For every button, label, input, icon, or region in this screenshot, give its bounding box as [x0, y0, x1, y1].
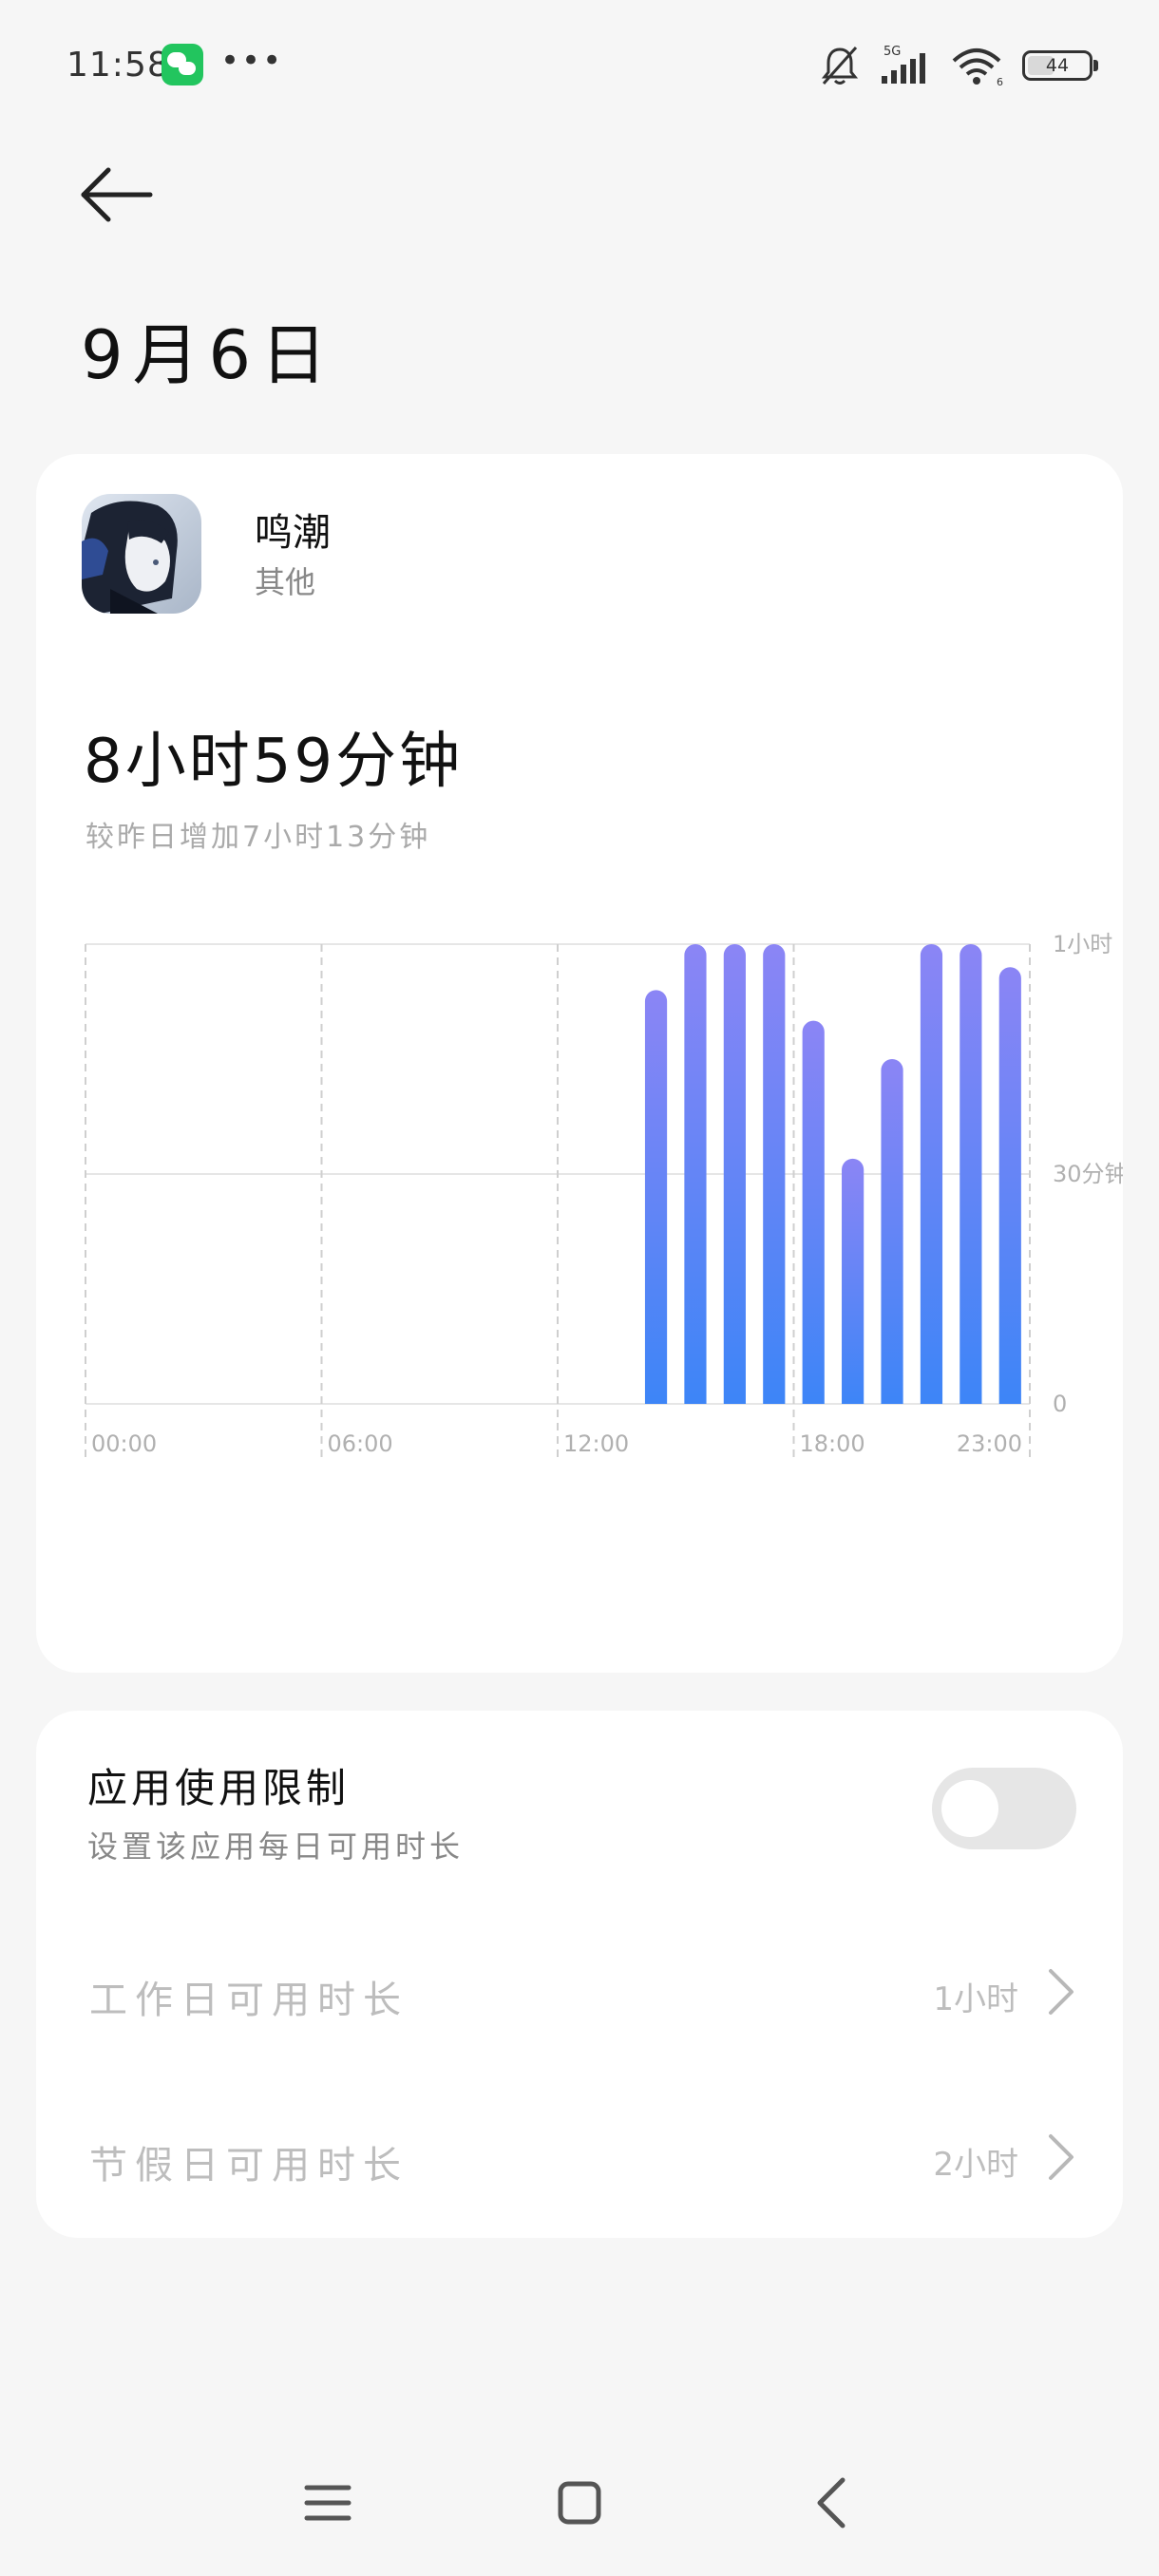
bell-muted-icon	[821, 46, 859, 85]
usage-limit-card: 应用使用限制 设置该应用每日可用时长 工作日可用时长 1小时 节假日可用时长 2…	[36, 1711, 1123, 2238]
chart-x-tick-label: 06:00	[328, 1430, 393, 1457]
home-button[interactable]	[522, 2451, 636, 2555]
wifi-icon: 6	[952, 48, 1003, 87]
recent-apps-button[interactable]	[271, 2451, 385, 2555]
status-icons: 5G 6 44	[819, 42, 1098, 89]
back-button[interactable]	[76, 161, 162, 228]
wechat-icon	[162, 44, 203, 85]
chart-x-tick-label: 18:00	[800, 1430, 865, 1457]
usage-card: 鸣潮 其他 8小时59分钟 较昨日增加7小时13分钟 00:00 06:00 12:…	[36, 454, 1123, 1673]
limit-subtitle: 设置该应用每日可用时长	[87, 1828, 465, 1865]
chart-y-tick-label: 30分钟	[1053, 1161, 1123, 1187]
holiday-limit-value: 2小时	[933, 2146, 1018, 2184]
chart-x-tick-label: 12:00	[563, 1430, 629, 1457]
total-usage-time: 8小时59分钟	[84, 727, 464, 797]
back-chevron-icon	[817, 2477, 846, 2529]
page-title: 9月6日	[81, 316, 337, 394]
limit-title: 应用使用限制	[87, 1765, 351, 1811]
wifi-sub-label: 6	[997, 76, 1003, 87]
network-label: 5G	[884, 45, 901, 59]
holiday-limit-row[interactable]: 节假日可用时长 2小时	[36, 2093, 1123, 2226]
holiday-limit-label: 节假日可用时长	[89, 2144, 408, 2188]
chart-bar	[960, 944, 982, 1404]
chevron-right-icon	[1049, 2134, 1074, 2180]
chart-bar	[763, 944, 786, 1404]
navigation-bar	[0, 2451, 1159, 2555]
chart-x-tick-label: 00:00	[91, 1430, 157, 1457]
chevron-right-icon	[1049, 1969, 1074, 2015]
back-arrow-icon	[81, 167, 153, 222]
chart-bar	[644, 990, 668, 1404]
workday-limit-value: 1小时	[933, 1980, 1018, 2018]
chart-bar	[684, 944, 707, 1404]
menu-icon	[304, 2485, 352, 2521]
battery-icon: 44	[1022, 50, 1098, 81]
status-time: 11:58	[66, 46, 170, 85]
workday-limit-label: 工作日可用时长	[89, 1979, 408, 2022]
usage-limit-toggle[interactable]	[932, 1768, 1076, 1849]
status-bar: 11:58 ••• 5G 6 44	[0, 0, 1159, 133]
chart-bar	[920, 944, 943, 1404]
signal-icon: 5G	[882, 45, 925, 84]
chart-bar	[723, 944, 746, 1404]
system-back-button[interactable]	[774, 2451, 888, 2555]
battery-level: 44	[1045, 55, 1070, 76]
chart-bar	[881, 1059, 903, 1404]
usage-chart: 00:00 06:00 12:00 18:00 23:00 1小时 30分钟 0	[85, 931, 1123, 1461]
usage-comparison: 较昨日增加7小时13分钟	[86, 821, 431, 854]
app-category: 其他	[255, 564, 316, 600]
more-dots-icon: •••	[220, 42, 284, 80]
chart-bar	[998, 967, 1021, 1404]
app-icon	[82, 494, 201, 614]
chart-bar	[802, 1020, 825, 1404]
toggle-knob	[941, 1780, 998, 1837]
chart-bar	[842, 1158, 864, 1404]
chart-x-tick-label: 23:00	[957, 1430, 1022, 1457]
chart-y-tick-label: 1小时	[1053, 931, 1112, 957]
chart-y-tick-label: 0	[1053, 1391, 1067, 1417]
app-name: 鸣潮	[255, 511, 331, 555]
home-square-icon	[558, 2481, 601, 2525]
workday-limit-row[interactable]: 工作日可用时长 1小时	[36, 1927, 1123, 2060]
